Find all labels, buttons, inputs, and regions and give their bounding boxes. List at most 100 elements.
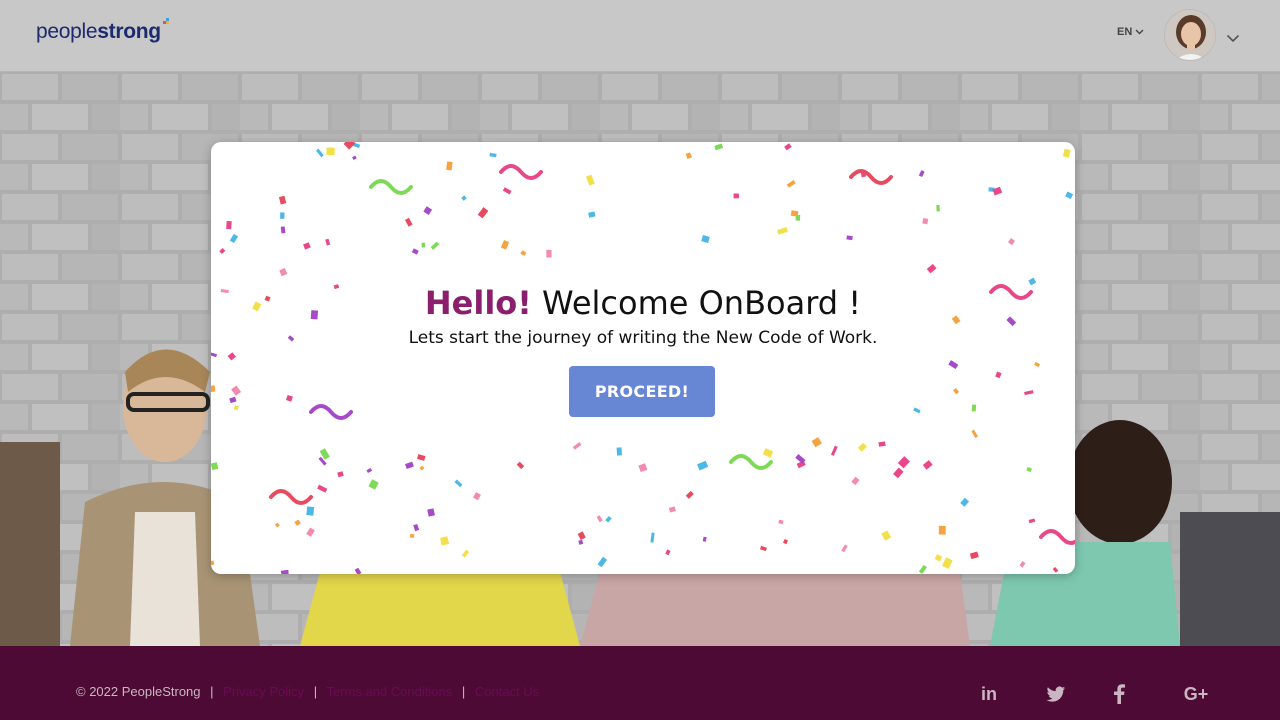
confetti-piece [280, 212, 285, 219]
peoplestrong-logo[interactable]: peoplestrong [36, 18, 169, 44]
confetti-piece [830, 445, 838, 456]
confetti-piece [777, 227, 788, 235]
confetti-piece [430, 241, 440, 250]
confetti-piece [410, 534, 415, 538]
confetti-piece [1062, 148, 1071, 158]
confetti-piece [572, 442, 582, 450]
confetti-piece [922, 460, 933, 470]
confetti-piece [918, 170, 925, 178]
confetti-piece [294, 519, 301, 526]
confetti-piece [857, 442, 867, 452]
confetti-piece [461, 195, 467, 201]
confetti-piece [918, 564, 927, 574]
profile-menu-chevron[interactable] [1226, 28, 1240, 47]
confetti-decoration [211, 142, 1075, 574]
confetti-piece [423, 206, 433, 216]
confetti-piece [502, 187, 512, 195]
confetti-piece [233, 405, 239, 411]
confetti-piece [1008, 238, 1015, 246]
confetti-piece [211, 560, 215, 566]
confetti-piece [461, 549, 470, 558]
welcome-title-hello: Hello! [424, 284, 532, 322]
confetti-piece [306, 506, 315, 516]
confetti-piece [454, 479, 463, 488]
terms-link[interactable]: Terms and Conditions [326, 684, 452, 699]
confetti-streamer [729, 454, 773, 470]
linkedin-icon[interactable]: in [977, 682, 1001, 706]
welcome-subtitle: Lets start the journey of writing the Ne… [408, 328, 878, 348]
confetti-piece [936, 204, 940, 212]
confetti-streamer [499, 164, 543, 180]
confetti-piece [229, 233, 239, 244]
confetti-piece [411, 248, 419, 255]
confetti-piece [472, 492, 481, 501]
confetti-piece [303, 242, 311, 250]
confetti-piece [685, 152, 692, 159]
confetti-piece [354, 567, 362, 574]
confetti-piece [665, 549, 671, 556]
confetti-piece [280, 569, 289, 574]
confetti-piece [1065, 191, 1074, 199]
confetti-piece [326, 147, 335, 155]
confetti-piece [971, 404, 977, 412]
privacy-policy-link[interactable]: Privacy Policy [223, 684, 304, 699]
confetti-streamer [309, 404, 353, 420]
confetti-piece [811, 437, 822, 448]
confetti-piece [841, 544, 848, 553]
confetti-piece [285, 394, 293, 402]
confetti-piece [520, 250, 527, 256]
twitter-icon[interactable] [1044, 682, 1068, 706]
google-plus-icon[interactable]: G+ [1180, 682, 1212, 706]
confetti-piece [279, 268, 288, 277]
confetti-piece [685, 490, 694, 499]
confetti-piece [306, 527, 315, 537]
confetti-piece [417, 454, 426, 461]
page-footer: © 2022 PeopleStrong | Privacy Policy | T… [0, 646, 1280, 720]
confetti-piece [229, 396, 237, 404]
confetti-piece [960, 497, 970, 507]
twitter-bird-icon [1046, 685, 1066, 702]
confetti-piece [795, 214, 801, 221]
confetti-piece [219, 247, 226, 254]
chevron-down-icon [1226, 34, 1240, 43]
confetti-piece [969, 551, 979, 560]
confetti-piece [211, 352, 218, 358]
confetti-piece [597, 556, 608, 568]
confetti-piece [1034, 361, 1041, 368]
logo-text-regular: people [36, 20, 98, 43]
confetti-piece [446, 161, 453, 171]
user-avatar[interactable] [1164, 9, 1216, 61]
confetti-piece [278, 195, 287, 205]
confetti-piece [846, 235, 853, 241]
confetti-piece [851, 476, 860, 486]
language-selector[interactable]: EN [1117, 26, 1144, 38]
confetti-piece [440, 536, 450, 546]
facebook-icon[interactable] [1107, 682, 1131, 706]
confetti-piece [786, 180, 796, 188]
confetti-piece [317, 484, 328, 493]
proceed-button[interactable]: PROCEED! [569, 366, 715, 417]
confetti-piece [325, 238, 331, 246]
confetti-piece [489, 152, 497, 158]
confetti-piece [227, 352, 237, 361]
facebook-f-icon [1114, 684, 1125, 704]
confetti-piece [638, 463, 648, 473]
top-header: peoplestrong EN [0, 0, 1280, 72]
confetti-piece [668, 506, 676, 513]
user-photo-icon [1165, 10, 1215, 60]
confetti-piece [948, 360, 959, 370]
confetti-piece [404, 217, 413, 227]
confetti-piece [942, 557, 953, 569]
confetti-piece [413, 523, 420, 532]
confetti-piece [352, 155, 357, 160]
contact-us-link[interactable]: Contact Us [475, 684, 539, 699]
confetti-piece [938, 525, 946, 535]
confetti-piece [405, 461, 414, 469]
confetti-piece [701, 235, 710, 244]
footer-separator: | [461, 684, 466, 699]
confetti-piece [588, 211, 596, 218]
confetti-piece [783, 539, 789, 545]
confetti-streamer [1039, 529, 1075, 545]
confetti-piece [714, 143, 724, 151]
confetti-piece [546, 249, 552, 258]
